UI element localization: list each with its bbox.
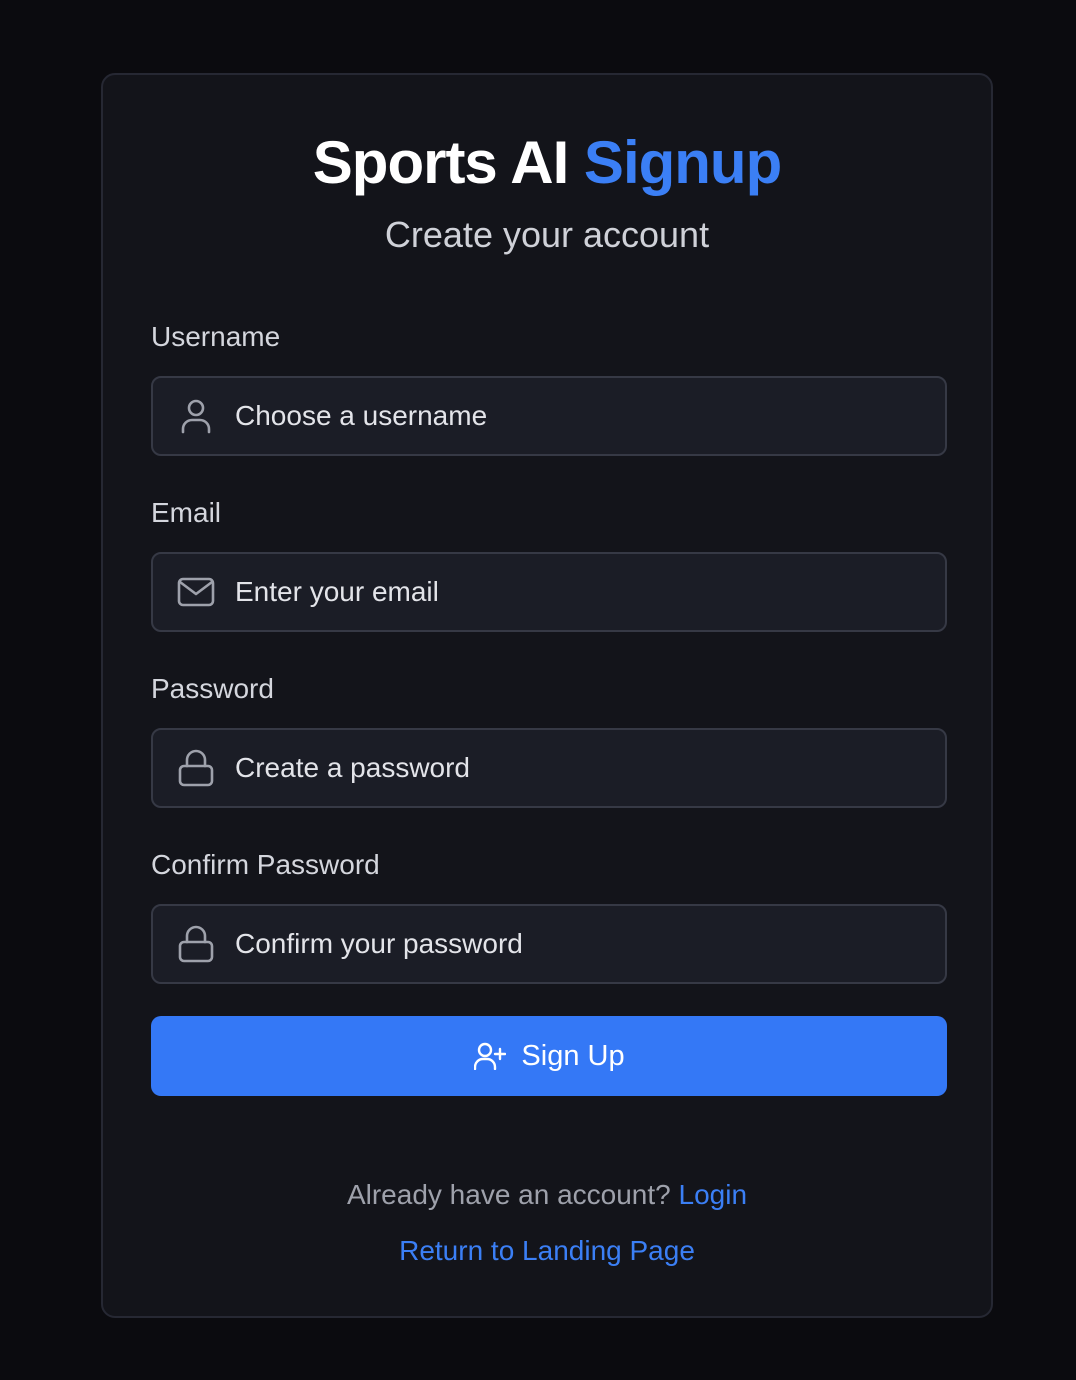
email-input[interactable] bbox=[235, 576, 945, 608]
password-field[interactable] bbox=[151, 728, 947, 808]
title-main: Sports AI bbox=[312, 129, 569, 196]
mail-icon bbox=[176, 572, 216, 612]
username-field[interactable] bbox=[151, 376, 947, 456]
email-label: Email bbox=[151, 497, 222, 528]
username-label: Username bbox=[151, 321, 281, 352]
user-icon bbox=[176, 396, 216, 436]
return-to-landing-link[interactable]: Return to Landing Page bbox=[399, 1235, 695, 1266]
signup-card: Sports AI Signup Create your account Use… bbox=[101, 73, 993, 1318]
password-label: Password bbox=[151, 673, 274, 704]
title-accent: Signup bbox=[583, 129, 782, 196]
password-input[interactable] bbox=[235, 752, 945, 784]
user-plus-icon bbox=[473, 1039, 507, 1073]
login-prompt-line: Already have an account? Login bbox=[103, 1178, 991, 1212]
login-link[interactable]: Login bbox=[679, 1179, 748, 1210]
landing-link-line: Return to Landing Page bbox=[103, 1234, 991, 1268]
sign-up-button[interactable]: Sign Up bbox=[151, 1016, 947, 1096]
page-title: Sports AI Signup bbox=[103, 127, 991, 199]
confirm-password-input[interactable] bbox=[235, 928, 945, 960]
login-prompt-text: Already have an account? bbox=[346, 1179, 671, 1210]
username-input[interactable] bbox=[235, 400, 945, 432]
lock-icon bbox=[176, 748, 216, 788]
sign-up-label: Sign Up bbox=[521, 1039, 625, 1072]
page-subtitle: Create your account bbox=[384, 214, 710, 255]
confirm-password-field[interactable] bbox=[151, 904, 947, 984]
email-field[interactable] bbox=[151, 552, 947, 632]
confirm-password-label: Confirm Password bbox=[151, 849, 380, 880]
lock-icon bbox=[176, 924, 216, 964]
